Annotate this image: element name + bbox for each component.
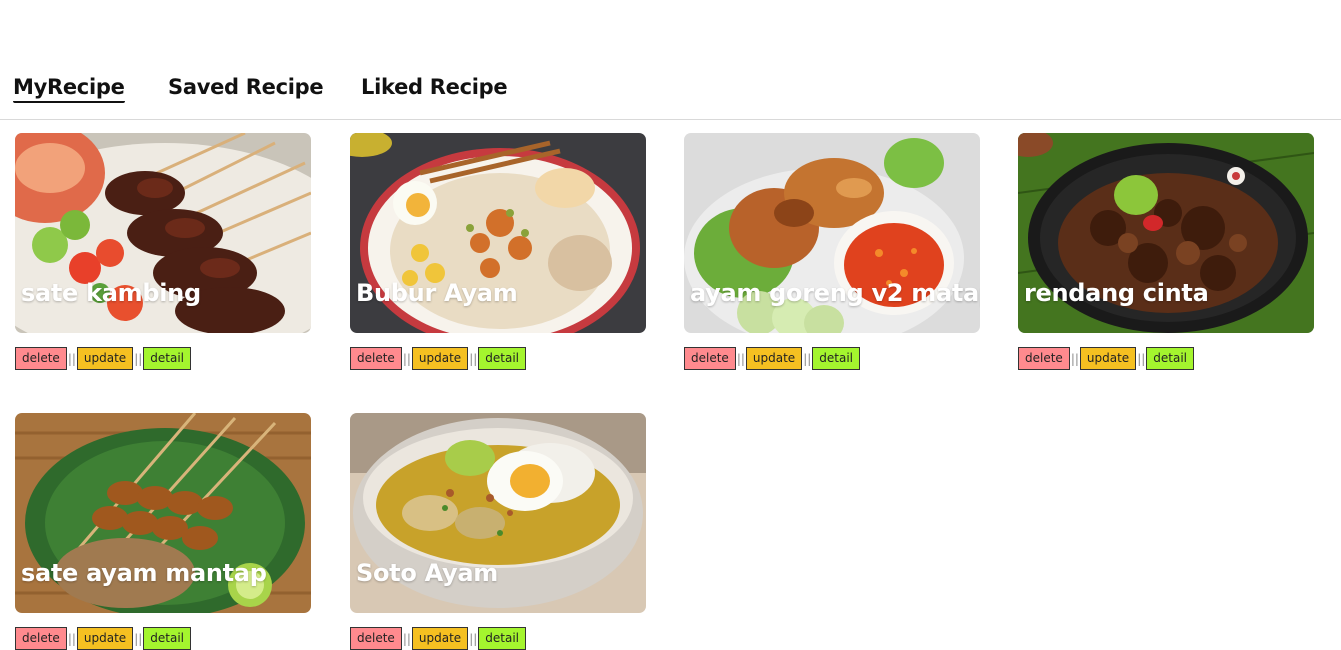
recipe-image[interactable]: rendang cinta <box>1018 133 1314 333</box>
delete-button[interactable]: delete <box>15 347 67 370</box>
recipe-image[interactable]: ayam goreng v2 matap <box>684 133 980 333</box>
tab-my-recipe[interactable]: MyRecipe <box>13 75 125 103</box>
recipe-card: Bubur Ayam delete || update || detail <box>350 133 646 370</box>
recipe-image[interactable]: sate ayam mantap <box>15 413 311 613</box>
action-separator: || <box>1070 351 1079 366</box>
action-separator: || <box>469 351 478 366</box>
recipe-title: sate ayam mantap <box>21 559 267 587</box>
detail-button[interactable]: detail <box>143 347 192 370</box>
recipe-actions: delete || update || detail <box>684 347 980 370</box>
recipe-image[interactable]: Bubur Ayam <box>350 133 646 333</box>
recipe-title: rendang cinta <box>1024 279 1209 307</box>
action-separator: || <box>67 351 76 366</box>
detail-button[interactable]: detail <box>1146 347 1195 370</box>
recipe-title: ayam goreng v2 matap <box>690 279 980 307</box>
action-separator: || <box>402 351 411 366</box>
update-button[interactable]: update <box>411 347 469 370</box>
recipe-title: sate kambing <box>21 279 201 307</box>
action-separator: || <box>134 351 143 366</box>
recipe-title: Bubur Ayam <box>356 279 518 307</box>
recipe-image[interactable]: Soto Ayam <box>350 413 646 613</box>
detail-button[interactable]: detail <box>812 347 861 370</box>
recipe-actions: delete || update || detail <box>1018 347 1314 370</box>
update-button[interactable]: update <box>745 347 803 370</box>
action-separator: || <box>803 351 812 366</box>
action-separator: || <box>1137 351 1146 366</box>
update-button[interactable]: update <box>76 347 134 370</box>
recipe-card: ayam goreng v2 matap delete || update ||… <box>684 133 980 370</box>
tab-saved-recipe[interactable]: Saved Recipe <box>168 75 324 99</box>
recipe-card: sate ayam mantap delete || update || det… <box>15 413 311 650</box>
detail-button[interactable]: detail <box>478 347 527 370</box>
recipe-actions: delete || update || detail <box>350 347 646 370</box>
recipe-tabs: MyRecipe Saved Recipe Liked Recipe <box>0 0 1341 120</box>
recipe-actions: delete || update || detail <box>15 347 311 370</box>
tab-liked-recipe[interactable]: Liked Recipe <box>361 75 508 99</box>
update-button[interactable]: update <box>1079 347 1137 370</box>
recipe-image[interactable]: sate kambing <box>15 133 311 333</box>
recipe-title: Soto Ayam <box>356 559 498 587</box>
recipe-card: sate kambing delete || update || detail <box>15 133 311 370</box>
recipe-card: rendang cinta delete || update || detail <box>1018 133 1314 370</box>
delete-button[interactable]: delete <box>1018 347 1070 370</box>
action-separator: || <box>736 351 745 366</box>
delete-button[interactable]: delete <box>684 347 736 370</box>
recipe-card: Soto Ayam delete || update || detail <box>350 413 646 650</box>
delete-button[interactable]: delete <box>350 347 402 370</box>
